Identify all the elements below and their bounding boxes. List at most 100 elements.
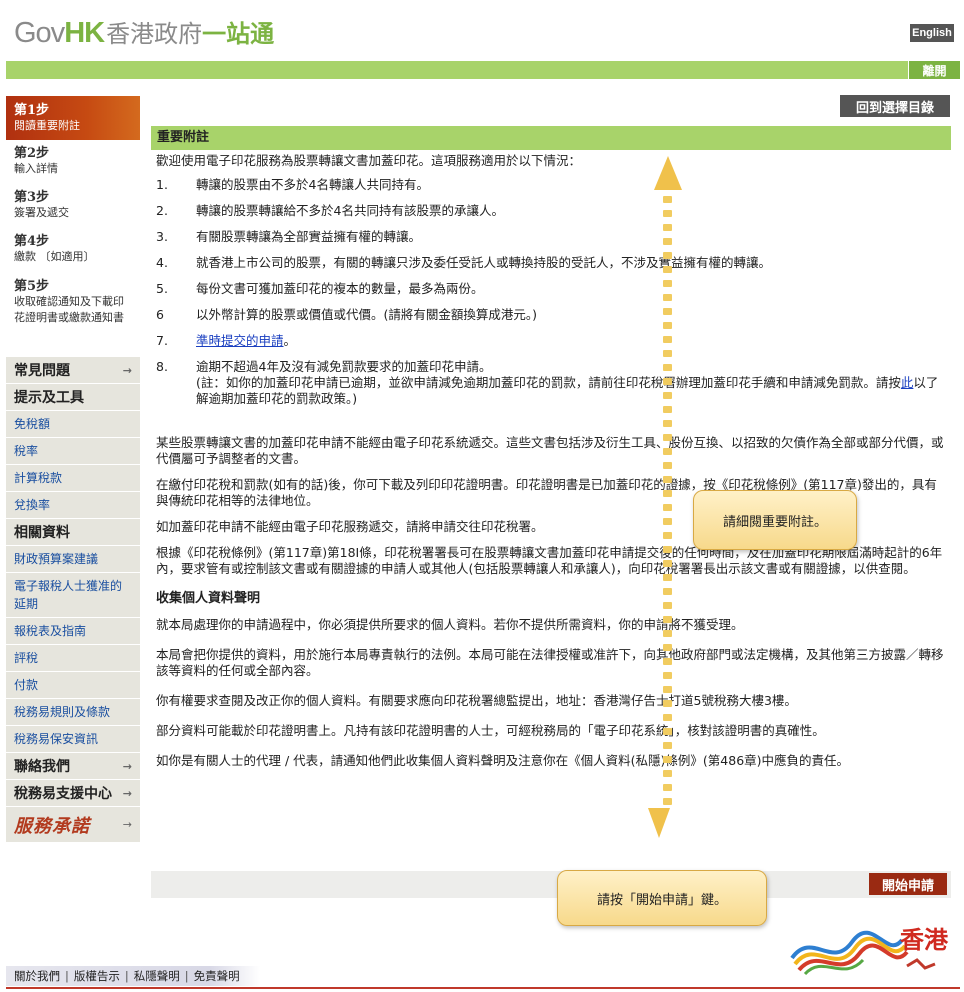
scroll-guide-dash [663, 784, 672, 791]
sidebar-item-tax-rates[interactable]: 稅率 [6, 438, 140, 465]
scroll-guide-dash [663, 644, 672, 651]
list-text: 有關股票轉讓為全部實益擁有權的轉讓。 [196, 229, 422, 244]
timely-submission-link[interactable]: 準時提交的申請 [196, 333, 284, 348]
sidebar-item-tax-returns[interactable]: 報稅表及指南 [6, 618, 140, 645]
expand-arrow-icon: → [122, 363, 132, 377]
scroll-guide-dash [663, 406, 672, 413]
step-2-number: 第2步 [14, 146, 50, 161]
scroll-guide-dash [663, 770, 672, 777]
sidebar-related-heading: 相關資料 [6, 519, 140, 546]
scroll-guide-dash [663, 238, 672, 245]
scroll-guide-dash [663, 448, 672, 455]
intro-text: 歡迎使用電子印花服務為股票轉讓文書加蓋印花。這項服務適用於以下情況： [156, 153, 582, 168]
privacy-paragraph-4: 部分資料可能載於印花證明書上。凡持有該印花證明書的人士，可經稅務局的「電子印花系… [156, 723, 825, 738]
scroll-guide-dash [663, 280, 672, 287]
privacy-paragraph-2: 本局會把你提供的資料，用於施行本局專責執行的法例。本局可能在法律授權或准許下，向… [156, 647, 944, 678]
scroll-guide-dash [663, 728, 672, 735]
brand-hong-kong-logo: 香港 [787, 920, 952, 980]
sidebar-contact[interactable]: 聯絡我們 → [6, 753, 140, 780]
english-language-button[interactable]: English [910, 24, 954, 42]
sidebar-item-exchange-rates[interactable]: 兌換率 [6, 492, 140, 519]
service-pledge-logo: 服務承諾 [14, 815, 90, 837]
logout-button[interactable]: 離開 [908, 61, 960, 79]
footer-link-privacy[interactable]: 私隱聲明 [134, 968, 180, 984]
start-application-callout: 請按「開始申請」鍵。 [557, 870, 767, 926]
sidebar-item-tax-calculator[interactable]: 計算稅款 [6, 465, 140, 492]
list-text: 轉讓的股票由不多於4名轉讓人共同持有。 [196, 177, 429, 192]
privacy-paragraph-3: 你有權要求查閱及改正你的個人資料。有關要求應向印花稅署總監提出，地址：香港灣仔告… [156, 693, 797, 708]
step-2: 第2步 輸入詳情 [6, 140, 140, 184]
govhk-logo[interactable]: Gov HK 香港政府 一站通 [14, 14, 274, 50]
step-5-number: 第5步 [14, 279, 50, 294]
scroll-guide-dash [663, 546, 672, 553]
scroll-guide-dash [663, 574, 672, 581]
scroll-guide-dash [663, 742, 672, 749]
late-stamping-note: (註：如你的加蓋印花申請已逾期，並欲申請減免逾期加蓋印花的罰款，請前往印花稅署辦… [196, 375, 901, 390]
list-item: 8. 逾期不超過4年及沒有減免罰款要求的加蓋印花申請。 (註：如你的加蓋印花申請… [156, 359, 946, 407]
scroll-guide-dash [663, 392, 672, 399]
sidebar-faq[interactable]: 常見問題 → [6, 357, 140, 384]
sidebar-tools-heading: 提示及工具 [6, 384, 140, 411]
step-3: 第3步 簽署及遞交 [6, 184, 140, 228]
sidebar-item-security[interactable]: 稅務易保安資訊 [6, 726, 140, 753]
scroll-guide-dash [663, 630, 672, 637]
step-4: 第4步 繳款 〔如適用〕 [6, 228, 140, 273]
step-3-desc: 簽署及遞交 [14, 206, 69, 219]
sidebar: 第1步 閱讀重要附註 第2步 輸入詳情 第3步 簽署及遞交 第4步 繳款 〔如適… [6, 96, 140, 842]
footer-link-about[interactable]: 關於我們 [14, 968, 60, 984]
scroll-guide-dash [663, 532, 672, 539]
list-item: 3. 有關股票轉讓為全部實益擁有權的轉讓。 [156, 229, 946, 245]
late-penalty-link[interactable]: 此 [901, 375, 914, 390]
step-5-desc: 收取確認通知及下載印花證明書或繳款通知書 [14, 295, 124, 324]
scroll-guide-dash [663, 224, 672, 231]
list-item: 7. 準時提交的申請。 [156, 333, 946, 349]
scroll-guide-dash [663, 560, 672, 567]
sidebar-service-pledge[interactable]: 服務承諾 → [6, 807, 140, 842]
step-4-number: 第4步 [14, 234, 50, 249]
scroll-guide-dash [663, 252, 672, 259]
scroll-guide-dash [663, 602, 672, 609]
list-number: 5. [156, 281, 168, 296]
sidebar-item-payment[interactable]: 付款 [6, 672, 140, 699]
sidebar-support-label: 稅務易支援中心 [14, 786, 112, 802]
footer-link-disclaimer[interactable]: 免責聲明 [194, 968, 240, 984]
list-number: 4. [156, 255, 168, 270]
list-number: 3. [156, 229, 168, 244]
sidebar-support-centre[interactable]: 稅務易支援中心 → [6, 780, 140, 807]
sidebar-tools-label: 提示及工具 [14, 390, 84, 406]
footer-separator: | [65, 969, 69, 983]
scroll-guide-dash [663, 266, 672, 273]
scroll-up-arrow-icon [654, 156, 682, 190]
sidebar-item-assessment[interactable]: 評稅 [6, 645, 140, 672]
list-text: 以外幣計算的股票或價值或代價。(請將有關金額換算成港元。) [196, 307, 538, 322]
list-text: 就香港上市公司的股票，有關的轉讓只涉及委任受託人或轉換持股的受託人，不涉及實益擁… [196, 255, 772, 270]
footer-link-copyright[interactable]: 版權告示 [74, 968, 120, 984]
list-item: 5. 每份文書可獲加蓋印花的複本的數量，最多為兩份。 [156, 281, 946, 297]
start-application-button[interactable]: 開始申請 [869, 873, 947, 895]
list-number: 6 [156, 307, 164, 322]
sidebar-item-allowances[interactable]: 免稅額 [6, 411, 140, 438]
scroll-guide-dash [663, 308, 672, 315]
scroll-guide-dash [663, 196, 672, 203]
list-number: 7. [156, 333, 168, 348]
logo-cn-text: 香港政府 [106, 20, 203, 48]
list-text: 每份文書可獲加蓋印花的複本的數量，最多為兩份。 [196, 281, 484, 296]
section-title: 重要附註 [151, 126, 951, 150]
scroll-guide-dash [663, 798, 672, 805]
list-number: 8. [156, 359, 168, 374]
sidebar-item-terms[interactable]: 稅務易規則及條款 [6, 699, 140, 726]
list-text-tail: 。 [283, 333, 297, 348]
sidebar-item-extension[interactable]: 電子報稅人士獲准的延期 [6, 573, 140, 618]
list-number: 2. [156, 203, 168, 218]
step-2-desc: 輸入詳情 [14, 162, 58, 175]
sidebar-item-budget[interactable]: 財政預算案建議 [6, 546, 140, 573]
footer-separator: | [124, 969, 129, 983]
expand-arrow-icon: → [122, 818, 132, 831]
scroll-guide-dash [663, 420, 672, 427]
list-text-main: 逾期不超過4年及沒有減免罰款要求的加蓋印花申請。 [196, 359, 492, 374]
logo-gov-text: Gov [14, 17, 65, 49]
back-to-menu-button[interactable]: 回到選擇目錄 [840, 95, 950, 117]
scroll-guide-dash [663, 700, 672, 707]
list-number: 1. [156, 177, 168, 192]
scroll-guide-dash [663, 518, 672, 525]
